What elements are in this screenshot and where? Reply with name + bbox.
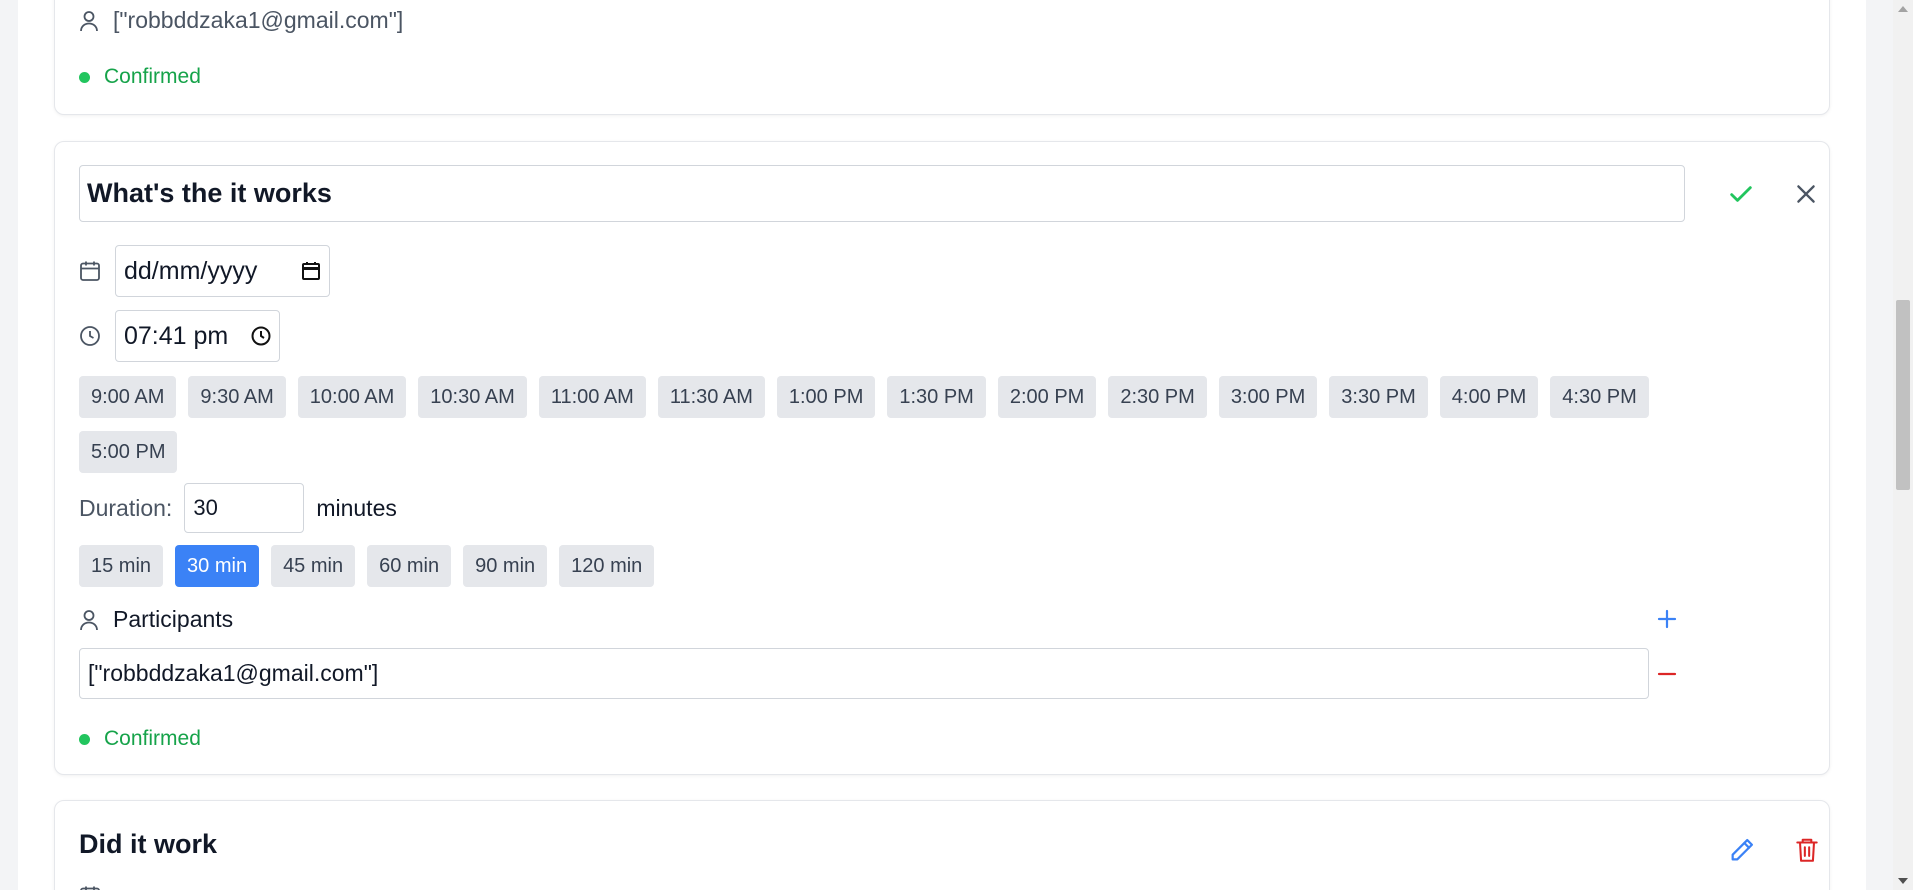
duration-option-button[interactable]: 60 min	[367, 545, 452, 587]
vertical-scrollbar[interactable]	[1893, 0, 1913, 890]
status-text: Confirmed	[104, 65, 201, 88]
time-slot-button[interactable]: 1:00 PM	[776, 376, 876, 418]
time-picker-icon[interactable]	[251, 326, 271, 346]
duration-unit: minutes	[316, 494, 397, 521]
time-slot-button[interactable]: 11:30 AM	[657, 376, 765, 418]
meeting-title: Did it work	[79, 829, 218, 859]
user-icon	[79, 609, 99, 631]
time-row: 07:41 pm	[79, 310, 280, 362]
close-icon	[1793, 181, 1819, 207]
duration-row: Duration: 30 minutes	[79, 483, 397, 533]
date-input-value: dd/mm/yyyy	[124, 256, 258, 285]
user-icon	[79, 10, 99, 32]
clock-icon	[79, 325, 101, 347]
status-badge: Confirmed	[79, 65, 201, 89]
trash-icon	[1794, 836, 1820, 864]
time-slot-button[interactable]: 4:30 PM	[1550, 376, 1649, 418]
time-slot-button[interactable]: 1:30 PM	[887, 376, 986, 418]
calendar-icon	[79, 260, 101, 282]
time-slot-button[interactable]: 5:00 PM	[79, 431, 178, 473]
scroll-down-arrow-icon[interactable]	[1898, 878, 1908, 884]
calendar-picker-icon[interactable]	[301, 261, 321, 281]
meeting-card-next: Did it work	[54, 800, 1830, 890]
meeting-card-edit: What's the it works dd/mm/yyyy 07:41 pm …	[54, 141, 1830, 775]
duration-option-list: 15 min 30 min 45 min 60 min 90 min 120 min	[79, 545, 655, 587]
cancel-button[interactable]	[1790, 178, 1822, 210]
time-input-value: 07:41 pm	[124, 321, 229, 350]
duration-label: Duration:	[79, 494, 173, 521]
time-slot-button[interactable]: 9:30 AM	[188, 376, 286, 418]
plus-icon	[1657, 609, 1677, 629]
date-row-partial	[79, 885, 101, 890]
time-slot-button[interactable]: 10:30 AM	[418, 376, 527, 418]
minus-icon	[1657, 664, 1677, 684]
time-slot-list: 9:00 AM 9:30 AM 10:00 AM 10:30 AM 11:00 AM 11…	[79, 376, 1679, 473]
time-slot-button[interactable]: 2:00 PM	[997, 376, 1097, 418]
duration-option-button[interactable]: 30 min	[175, 545, 260, 587]
time-slot-button[interactable]: 11:00 AM	[538, 376, 646, 418]
time-slot-button[interactable]: 10:00 AM	[297, 376, 407, 418]
duration-option-button[interactable]: 45 min	[271, 545, 356, 587]
time-slot-button[interactable]: 3:00 PM	[1218, 376, 1318, 418]
time-input[interactable]: 07:41 pm	[115, 310, 280, 362]
date-input[interactable]: dd/mm/yyyy	[115, 245, 330, 297]
calendar-icon	[79, 885, 101, 890]
page-content: ["robbddzaka1@gmail.com"] Confirmed What…	[18, 0, 1866, 890]
status-badge: Confirmed	[79, 727, 201, 751]
remove-participant-button[interactable]	[1652, 659, 1682, 689]
save-button[interactable]	[1725, 178, 1757, 210]
participants-header: Participants	[79, 606, 233, 633]
participant-row: ["robbddzaka1@gmail.com"]	[79, 7, 403, 34]
title-input[interactable]: What's the it works	[79, 165, 1685, 222]
time-slot-button[interactable]: 9:00 AM	[79, 376, 177, 418]
duration-option-button[interactable]: 120 min	[559, 545, 655, 587]
time-slot-button[interactable]: 2:30 PM	[1108, 376, 1207, 418]
delete-button[interactable]	[1790, 833, 1824, 867]
check-icon	[1727, 180, 1755, 208]
time-slot-button[interactable]: 3:30 PM	[1329, 376, 1428, 418]
participant-email: ["robbddzaka1@gmail.com"]	[113, 7, 404, 33]
scrollbar-thumb[interactable]	[1896, 300, 1910, 490]
meeting-card-previous: ["robbddzaka1@gmail.com"] Confirmed	[54, 0, 1830, 115]
status-dot	[79, 71, 90, 83]
participants-label: Participants	[113, 606, 234, 632]
duration-option-button[interactable]: 15 min	[79, 545, 164, 587]
duration-input[interactable]: 30	[184, 483, 305, 533]
add-participant-button[interactable]	[1652, 604, 1682, 634]
duration-option-button[interactable]: 90 min	[463, 545, 548, 587]
participant-input[interactable]: ["robbddzaka1@gmail.com"]	[79, 648, 1649, 699]
time-slot-button[interactable]: 4:00 PM	[1439, 376, 1539, 418]
edit-button[interactable]	[1725, 833, 1759, 867]
scroll-up-arrow-icon[interactable]	[1898, 6, 1908, 12]
pencil-icon	[1728, 836, 1756, 864]
status-text: Confirmed	[104, 727, 201, 750]
status-dot	[79, 733, 90, 745]
date-row: dd/mm/yyyy	[79, 245, 330, 297]
